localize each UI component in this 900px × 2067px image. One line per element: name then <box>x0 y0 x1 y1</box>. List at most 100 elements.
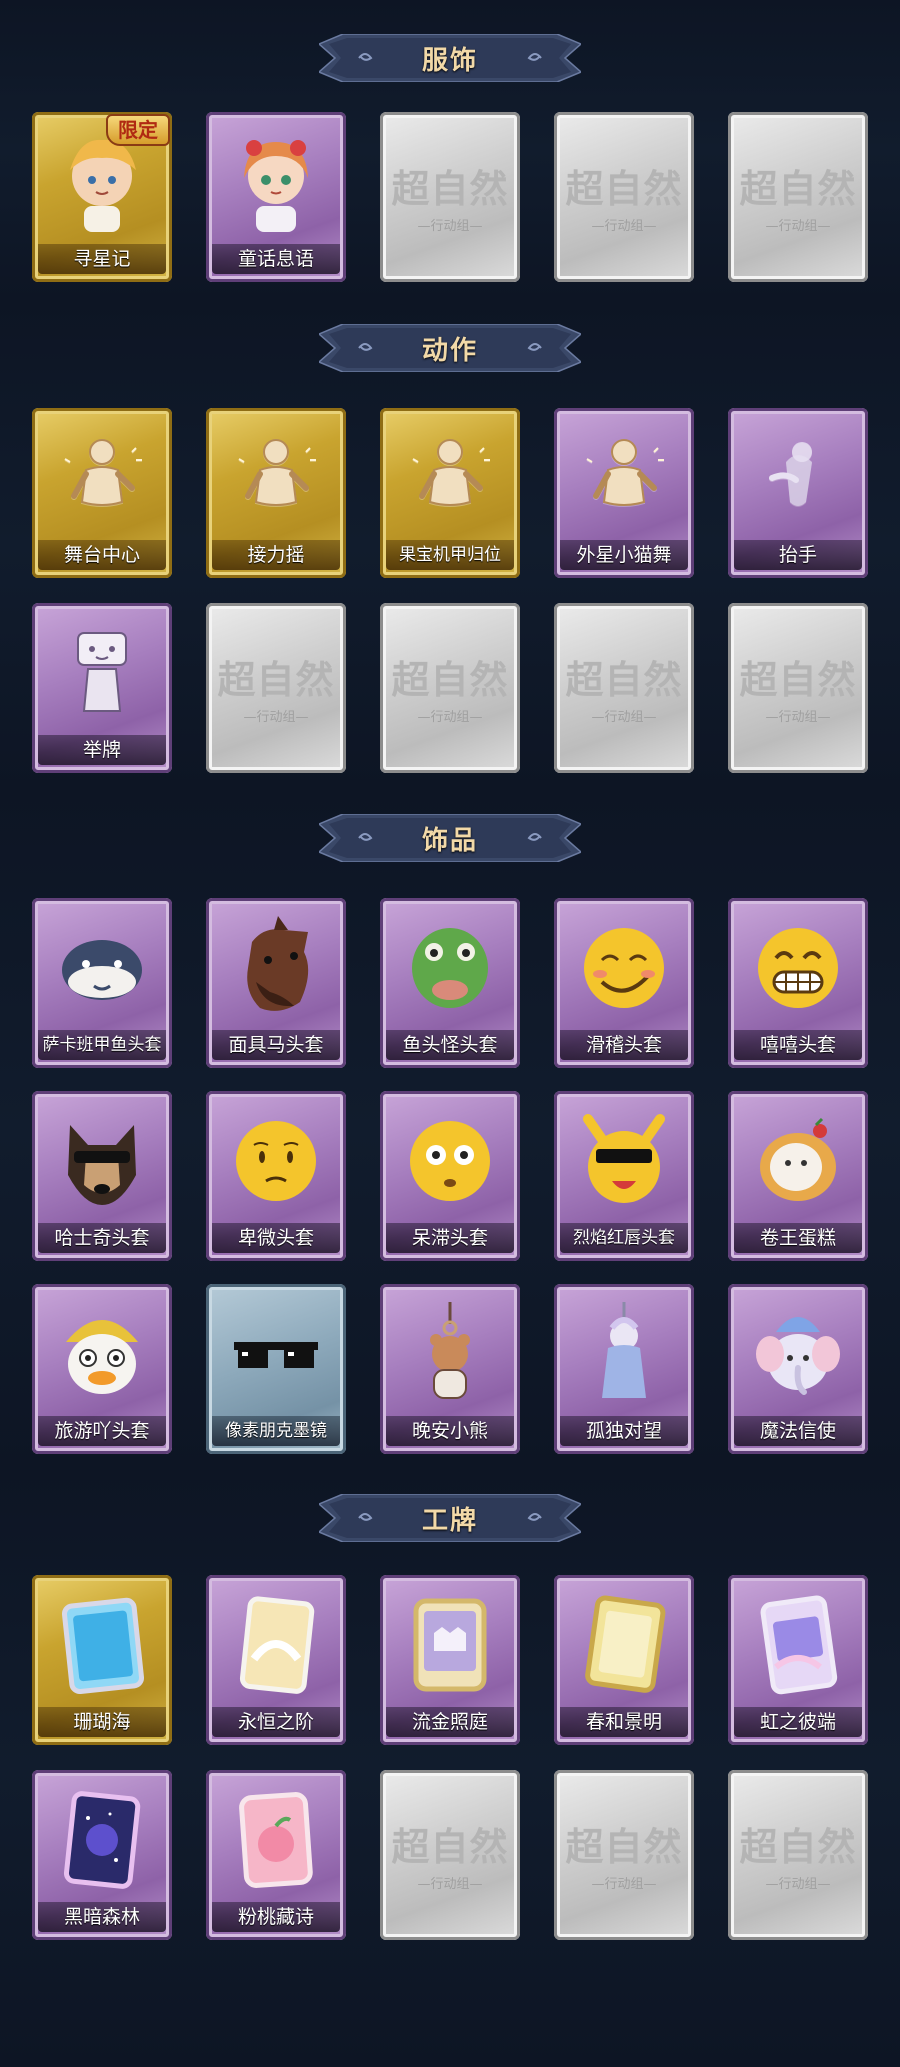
item-card[interactable]: 春和景明 <box>554 1575 694 1745</box>
item-card[interactable]: 面具马头套 <box>206 898 346 1068</box>
item-card[interactable]: 举牌 <box>32 603 172 773</box>
item-name: 旅游吖头套 <box>38 1416 166 1446</box>
item-card[interactable]: 魔法信使 <box>728 1284 868 1454</box>
placeholder-logo-subtext: —行动组— <box>417 219 483 234</box>
item-card[interactable]: 果宝机甲归位 <box>380 408 520 578</box>
sign-pose-icon <box>50 617 154 727</box>
item-name: 舞台中心 <box>38 540 166 570</box>
locked-item-card[interactable]: 超自然 —行动组— <box>554 603 694 773</box>
item-card[interactable]: 孤独对望 <box>554 1284 694 1454</box>
card-gold-icon <box>572 1589 676 1699</box>
section-title-banner-costume: 服饰 <box>319 34 581 82</box>
placeholder-logo: 超自然 —行动组— <box>390 1784 510 1924</box>
fish-head-icon <box>50 912 154 1022</box>
item-card[interactable]: 卷王蛋糕 <box>728 1091 868 1261</box>
item-card[interactable]: 童话息语 <box>206 112 346 282</box>
placeholder-logo: 超自然 —行动组— <box>564 126 684 266</box>
locked-item-card[interactable]: 超自然 —行动组— <box>380 1770 520 1940</box>
placeholder-logo: 超自然 —行动组— <box>390 126 510 266</box>
item-card[interactable]: 鱼头怪头套 <box>380 898 520 1068</box>
item-card[interactable]: 嘻嘻头套 <box>728 898 868 1068</box>
item-name: 嘻嘻头套 <box>734 1030 862 1060</box>
item-name: 卑微头套 <box>212 1223 340 1253</box>
card-angel-icon <box>224 1589 328 1699</box>
placeholder-logo-subtext: —行动组— <box>591 1877 657 1892</box>
item-card[interactable]: 滑稽头套 <box>554 898 694 1068</box>
item-name: 面具马头套 <box>212 1030 340 1060</box>
placeholder-logo-text: 超自然 <box>391 657 509 702</box>
item-card[interactable]: 烈焰红唇头套 <box>554 1091 694 1261</box>
item-card[interactable]: 像素朋克墨镜 <box>206 1284 346 1454</box>
locked-item-card[interactable]: 超自然 —行动组— <box>554 112 694 282</box>
dazed-face-icon <box>398 1105 502 1215</box>
section-title-banner-action: 动作 <box>319 324 581 372</box>
bear-charm-icon <box>398 1298 502 1408</box>
card-castle-icon <box>398 1589 502 1699</box>
item-name: 抬手 <box>734 540 862 570</box>
item-card[interactable]: 旅游吖头套 <box>32 1284 172 1454</box>
pose-icon <box>50 422 154 532</box>
locked-item-card[interactable]: 超自然 —行动组— <box>728 1770 868 1940</box>
item-card[interactable]: 抬手 <box>728 408 868 578</box>
item-card[interactable]: 晚安小熊 <box>380 1284 520 1454</box>
item-name: 哈士奇头套 <box>38 1223 166 1253</box>
item-card[interactable]: 黑暗森林 <box>32 1770 172 1940</box>
placeholder-logo: 超自然 —行动组— <box>738 1784 858 1924</box>
item-card[interactable]: 珊瑚海 <box>32 1575 172 1745</box>
placeholder-logo-text: 超自然 <box>739 166 857 211</box>
item-card[interactable]: 流金照庭 <box>380 1575 520 1745</box>
item-name: 卷王蛋糕 <box>734 1223 862 1253</box>
pose-icon <box>224 422 328 532</box>
placeholder-logo-subtext: —行动组— <box>591 219 657 234</box>
item-card[interactable]: 卑微头套 <box>206 1091 346 1261</box>
item-name: 萨卡班甲鱼头套 <box>38 1030 166 1060</box>
card-peach-icon <box>224 1784 328 1894</box>
placeholder-logo: 超自然 —行动组— <box>216 617 336 757</box>
item-name: 呆滞头套 <box>386 1223 514 1253</box>
locked-item-card[interactable]: 超自然 —行动组— <box>728 112 868 282</box>
item-card[interactable]: 寻星记 限定 <box>32 112 172 282</box>
item-card[interactable]: 接力摇 <box>206 408 346 578</box>
item-card[interactable]: 粉桃藏诗 <box>206 1770 346 1940</box>
item-card[interactable]: 虹之彼端 <box>728 1575 868 1745</box>
item-card[interactable]: 哈士奇头套 <box>32 1091 172 1261</box>
locked-item-card[interactable]: 超自然 —行动组— <box>554 1770 694 1940</box>
placeholder-logo-text: 超自然 <box>565 1824 683 1869</box>
item-name: 举牌 <box>38 735 166 765</box>
placeholder-logo-text: 超自然 <box>565 657 683 702</box>
item-card[interactable]: 永恒之阶 <box>206 1575 346 1745</box>
grin-face-icon <box>746 912 850 1022</box>
placeholder-logo-subtext: —行动组— <box>243 710 309 725</box>
placeholder-logo-text: 超自然 <box>391 1824 509 1869</box>
placeholder-logo-text: 超自然 <box>739 657 857 702</box>
item-name: 果宝机甲归位 <box>386 540 514 570</box>
locked-item-card[interactable]: 超自然 —行动组— <box>206 603 346 773</box>
item-name: 烈焰红唇头套 <box>560 1223 688 1253</box>
item-card[interactable]: 舞台中心 <box>32 408 172 578</box>
item-name: 流金照庭 <box>386 1707 514 1737</box>
placeholder-logo: 超自然 —行动组— <box>738 126 858 266</box>
locked-item-card[interactable]: 超自然 —行动组— <box>380 112 520 282</box>
limited-badge: 限定 <box>106 114 170 146</box>
item-name: 外星小猫舞 <box>560 540 688 570</box>
placeholder-logo-subtext: —行动组— <box>765 219 831 234</box>
placeholder-logo: 超自然 —行动组— <box>738 617 858 757</box>
item-name: 像素朋克墨镜 <box>212 1416 340 1446</box>
section-title-banner-badge: 工牌 <box>319 1494 581 1542</box>
locked-item-card[interactable]: 超自然 —行动组— <box>380 603 520 773</box>
item-name: 童话息语 <box>212 244 340 274</box>
pikachu-head-icon <box>572 1105 676 1215</box>
pose-icon <box>572 422 676 532</box>
locked-item-card[interactable]: 超自然 —行动组— <box>728 603 868 773</box>
placeholder-logo-subtext: —行动组— <box>591 710 657 725</box>
item-card[interactable]: 呆滞头套 <box>380 1091 520 1261</box>
item-card[interactable]: 外星小猫舞 <box>554 408 694 578</box>
placeholder-logo-subtext: —行动组— <box>417 1877 483 1892</box>
placeholder-logo: 超自然 —行动组— <box>390 617 510 757</box>
item-card[interactable]: 萨卡班甲鱼头套 <box>32 898 172 1068</box>
placeholder-logo: 超自然 —行动组— <box>564 1784 684 1924</box>
placeholder-logo-subtext: —行动组— <box>765 1877 831 1892</box>
item-name: 滑稽头套 <box>560 1030 688 1060</box>
section-title: 饰品 <box>421 825 478 856</box>
placeholder-logo-text: 超自然 <box>565 166 683 211</box>
